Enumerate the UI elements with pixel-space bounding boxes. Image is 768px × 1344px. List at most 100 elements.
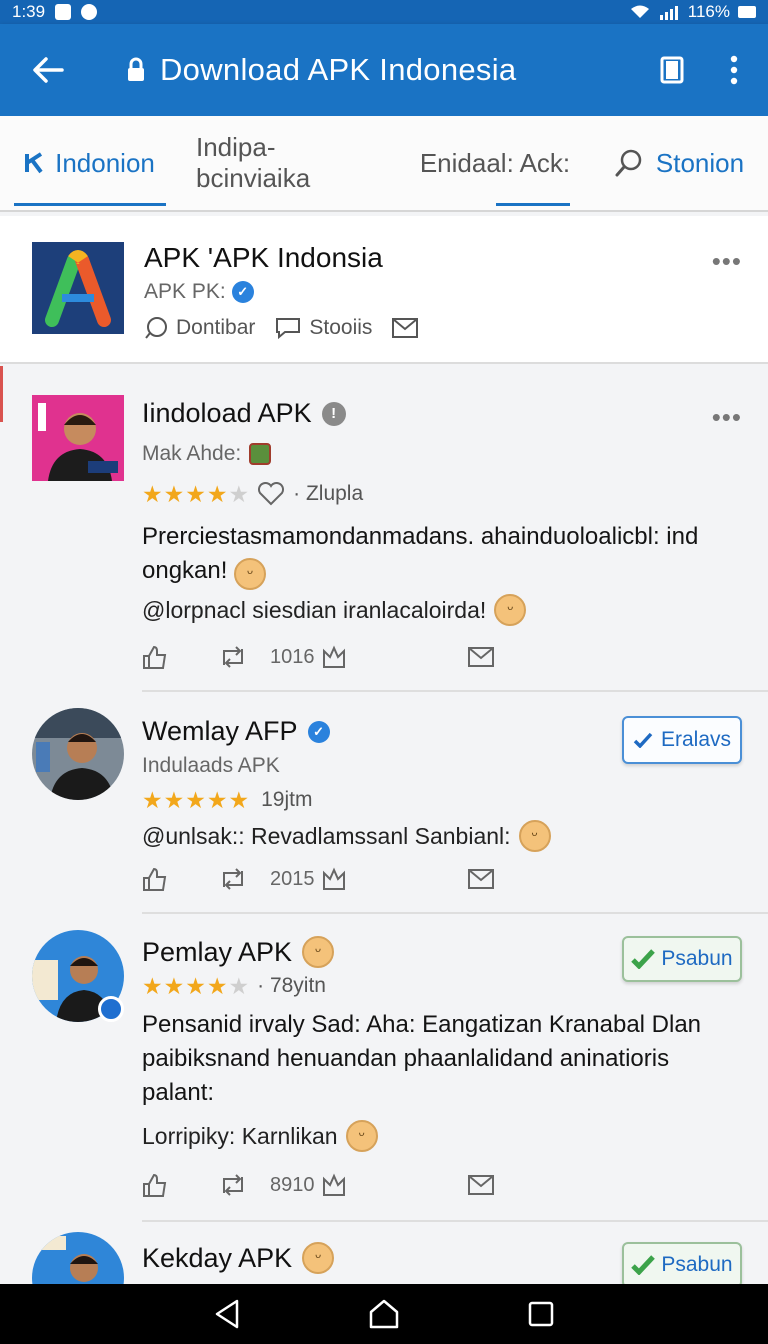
star-rating: ★ ★ ★ ★ ★ [142,972,249,999]
mail-icon [468,1175,494,1195]
tab-enidaal[interactable]: Enidaal: Ack: [400,116,590,210]
heart-icon[interactable] [257,482,285,506]
stories-action-label: Stooiis [309,316,373,339]
profile-photo-icon [32,708,124,800]
message-action[interactable] [392,318,419,338]
post-mention: Lorripiky: Karnlikan ᵕ [142,1120,378,1152]
post-author-name: Kekday APK [142,1242,293,1273]
star-rating: ★ ★ ★ ★ ★ [142,788,249,812]
post-actions: 8910 [142,1170,502,1200]
star-icon: ★ [163,972,185,999]
post-body-text: @unlsak:: Revadlamssanl Sanbianl: [142,822,511,849]
post-body: Prerciestasmamondanmadans. ahainduoloali… [142,520,742,590]
post-item: Iindoload APK ! ••• Mak Ahde: ★ ★ ★ ★ ★ · Zl… [0,366,768,692]
subscribe-button[interactable]: Psabun [622,936,742,982]
subscribe-button[interactable]: Psabun [622,1242,742,1284]
search-icon [615,149,642,177]
star-icon: ★ [206,480,228,507]
more-vertical-icon[interactable] [730,55,738,85]
wifi-icon [630,5,649,18]
post-author[interactable]: Pemlay APK ᵕ [142,936,335,968]
message-button[interactable] [468,869,494,889]
message-button[interactable] [468,1175,494,1195]
subscribe-button-label: Psabun [661,947,733,970]
star-icon: ★ [185,972,206,999]
app-bar: Download APK Indonesia [0,24,768,116]
avatar[interactable] [32,1232,124,1284]
post-time: · 78yitn [257,974,326,997]
check-icon [631,1255,656,1275]
share-count-value: 2015 [270,867,315,890]
avatar[interactable] [32,395,124,481]
page-more-button[interactable]: ••• [712,246,742,277]
message-button[interactable] [468,647,494,667]
repost-icon [223,1174,243,1196]
feed: Iindoload APK ! ••• Mak Ahde: ★ ★ ★ ★ ★ · Zl… [0,366,768,1284]
signal-icon [659,6,678,20]
post-mention-text[interactable]: @lorpnacl siesdian iranlacaloirda! [142,597,486,624]
post-time: 19jtm [261,788,313,811]
tab-search[interactable]: Stonion [590,116,768,210]
recents-square-icon[interactable] [527,1300,555,1328]
bookmark-icon[interactable] [660,56,684,84]
star-icon: ★ [206,972,228,999]
post-meta: ★ ★ ★ ★ ★ · Zlupla [142,482,363,506]
like-button[interactable] [142,1173,168,1197]
stories-action[interactable]: Stooiis [275,316,372,340]
page-subtitle-text: APK PK: [144,280,226,303]
thumbs-up-icon [143,867,167,891]
star-icon: ★ [142,972,163,999]
comment-action[interactable]: Dontibar [144,316,255,340]
check-icon [631,949,656,969]
info-icon: ! [321,401,346,426]
tab-logo-icon [25,152,43,174]
chat-icon [276,318,301,339]
tab-label: Indonion [55,147,155,178]
tab-bar: Indonion Indipa-bcinviaika Enidaal: Ack:… [0,116,768,212]
apk-logo-icon [32,242,124,334]
grin-emoji-icon: ᵕ [302,1242,335,1274]
lock-icon [128,57,144,81]
back-button[interactable] [0,24,96,116]
post-author[interactable]: Iindoload APK ! [142,398,346,429]
share-count[interactable]: 1016 [218,645,347,669]
post-item: Kekday APK ᵕ Psabun [0,1222,768,1284]
post-author[interactable]: Wemlay AFP ✓ [142,716,330,747]
tab-indipa[interactable]: Indipa-bcinviaika [180,116,400,210]
like-button[interactable] [142,867,168,891]
post-more-button[interactable]: ••• [712,402,742,433]
like-button[interactable] [142,645,168,669]
post-author-name: Wemlay AFP [142,716,298,746]
tab-indicator-secondary [496,203,570,206]
mail-icon [468,647,494,667]
page-actions: Dontibar Stooiis [144,316,419,340]
post-body: @unlsak:: Revadlamssanl Sanbianl: ᵕ [142,820,551,852]
post-meta: ★ ★ ★ ★ ★ · 78yitn [142,974,326,998]
follow-button-label: Eralavs [660,728,732,751]
comment-action-label: Dontibar [176,316,256,339]
share-count[interactable]: 2015 [218,867,347,891]
post-author[interactable]: Kekday APK ᵕ [142,1242,335,1274]
star-icon: ★ [228,480,250,507]
tab-indonion[interactable]: Indonion [0,116,180,210]
home-icon[interactable] [368,1298,400,1330]
page-logo[interactable] [32,242,124,334]
arrow-left-icon [33,57,64,83]
back-triangle-icon[interactable] [213,1298,241,1330]
share-count[interactable]: 8910 [218,1173,347,1197]
crown-icon [322,1173,345,1196]
post-meta: ★ ★ ★ ★ ★ 19jtm [142,788,312,812]
star-icon: ★ [185,480,206,507]
grin-emoji-icon: ᵕ [234,558,267,590]
tab-label: Indipa-bcinviaika [196,132,311,193]
app-bar-title: Download APK Indonesia [160,52,517,87]
thumbs-up-icon [143,645,167,669]
follow-button[interactable]: Eralavs [622,716,742,764]
comment-icon [145,317,167,339]
repost-icon [223,868,243,890]
post-mention-text[interactable]: Lorripiky: Karnlikan [142,1123,338,1150]
avatar[interactable] [32,708,124,800]
post-actions: 1016 [142,642,502,672]
check-icon [633,732,653,748]
tab-indicator [14,203,166,206]
